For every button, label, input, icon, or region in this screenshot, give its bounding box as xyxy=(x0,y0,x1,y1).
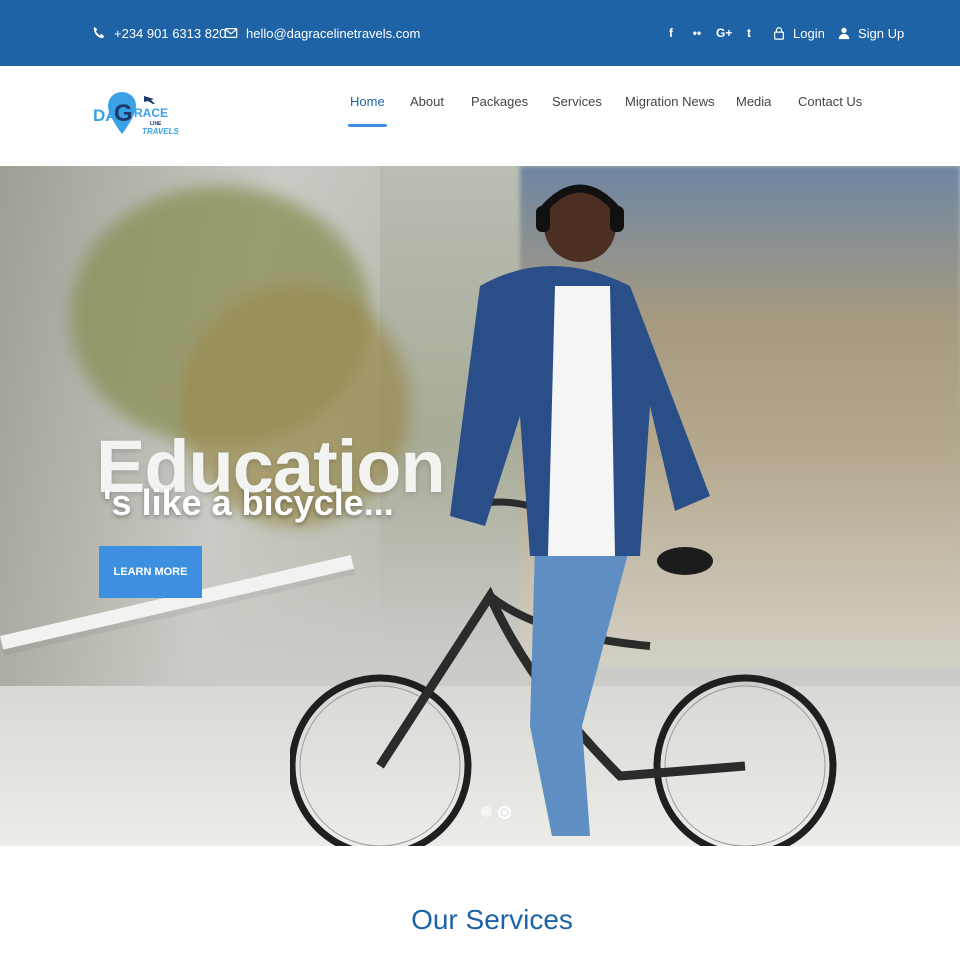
envelope-icon xyxy=(224,28,238,38)
svg-text:G: G xyxy=(114,100,133,127)
hero-slider: Education 's like a bicycle... LEARN MOR… xyxy=(0,166,960,846)
hero-subtitle: 's like a bicycle... xyxy=(103,482,394,523)
phone-number: +234 901 6313 820 xyxy=(114,25,227,41)
logo[interactable]: DA G RACE LINE TRAVELS xyxy=(92,88,182,144)
user-icon xyxy=(838,27,850,40)
slider-dot-1[interactable] xyxy=(481,806,492,817)
facebook-icon[interactable]: f xyxy=(664,26,678,40)
phone-contact[interactable]: +234 901 6313 820 xyxy=(92,0,226,66)
svg-text:RACE: RACE xyxy=(134,106,168,120)
twitter-icon[interactable]: t xyxy=(742,26,756,40)
slider-dot-2[interactable] xyxy=(498,806,511,819)
nav-packages[interactable]: Packages xyxy=(471,94,528,127)
lock-icon xyxy=(774,27,784,40)
nav-home[interactable]: Home xyxy=(348,94,387,127)
nav-media[interactable]: Media xyxy=(736,94,771,127)
login-label: Login xyxy=(793,25,825,41)
learn-more-button[interactable]: LEARN MORE xyxy=(99,546,202,598)
slider-pagination xyxy=(481,806,511,819)
flickr-icon[interactable]: •• xyxy=(690,26,704,40)
logo-mark: DA G RACE LINE TRAVELS xyxy=(93,92,179,136)
svg-text:TRAVELS: TRAVELS xyxy=(142,127,179,136)
nav-services[interactable]: Services xyxy=(552,94,602,127)
social-links: f •• G+ t xyxy=(664,0,756,66)
email-contact[interactable]: hello@dagracelinetravels.com xyxy=(224,0,420,66)
google-plus-icon[interactable]: G+ xyxy=(716,26,732,40)
main-header: DA G RACE LINE TRAVELS Home About Packag… xyxy=(0,66,960,166)
nav-about[interactable]: About xyxy=(410,94,444,127)
signup-label: Sign Up xyxy=(858,25,905,41)
nav-migration-news[interactable]: Migration News xyxy=(625,94,715,127)
login-link[interactable]: Login xyxy=(772,0,825,66)
services-heading: Our Services xyxy=(411,904,573,935)
nav-contact-us[interactable]: Contact Us xyxy=(798,94,862,127)
phone-icon xyxy=(93,26,105,39)
signup-link[interactable]: Sign Up xyxy=(837,0,904,66)
email-address: hello@dagracelinetravels.com xyxy=(246,25,421,41)
top-bar: +234 901 6313 820 hello@dagracelinetrave… xyxy=(0,0,960,66)
